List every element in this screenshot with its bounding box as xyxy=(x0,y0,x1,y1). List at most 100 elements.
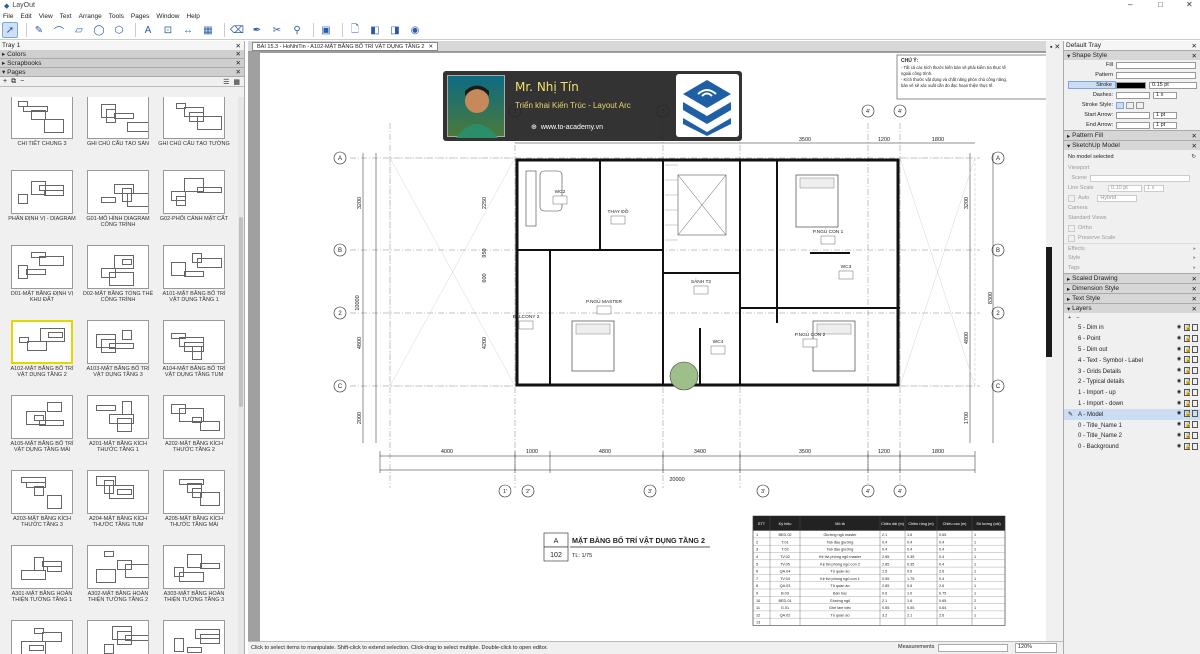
duplicate-page-icon[interactable]: ⧉ xyxy=(11,78,16,86)
layer-item[interactable]: 1 - Import - up ◉ 🔒 xyxy=(1064,388,1200,399)
eye-icon[interactable]: ◉ xyxy=(1176,389,1182,396)
page-thumbnail[interactable] xyxy=(6,620,78,654)
layer-item[interactable]: 5 - Dim out ◉ 🔒 xyxy=(1064,345,1200,356)
ortho-checkbox[interactable] xyxy=(1068,224,1075,232)
layers-header[interactable]: ▾ Layers ✕ xyxy=(1064,303,1200,313)
menu-file[interactable]: File xyxy=(3,13,13,20)
scrollbar-thumb[interactable] xyxy=(239,217,243,407)
render-mode-select[interactable]: Hybrid xyxy=(1097,194,1138,202)
label-tool-icon[interactable]: ⊡ xyxy=(160,22,176,38)
layer-item[interactable]: 3 - Grids Details ◉ 🔒 xyxy=(1064,366,1200,377)
page-thumbnail[interactable]: A201-MẶT BẰNG KÍCH THƯỚC TẦNG 1 xyxy=(82,395,154,453)
menu-pages[interactable]: Pages xyxy=(131,13,149,20)
line-scale-field[interactable]: 0.10 pt xyxy=(1108,184,1142,192)
list-view-icon[interactable]: ☰ xyxy=(223,78,229,86)
previous-page-icon[interactable]: ◧ xyxy=(367,22,383,38)
close-icon[interactable]: ✕ xyxy=(236,59,241,67)
page-thumbnail[interactable]: A103-MẶT BẰNG BỐ TRÍ VẬT DỤNG TẦNG 3 xyxy=(82,320,154,378)
add-layer-icon[interactable]: + xyxy=(1068,315,1071,321)
share-layer-icon[interactable] xyxy=(1192,442,1198,450)
text-style-header[interactable]: ▸ Text Style ✕ xyxy=(1064,293,1200,303)
eye-icon[interactable]: ◉ xyxy=(1176,356,1182,363)
pages-panel-header[interactable]: ▾ Pages ✕ xyxy=(0,68,244,77)
layer-item[interactable]: ✎ A - Model ◉ 🔒 xyxy=(1064,409,1200,421)
end-arrow-size[interactable]: 1 pt xyxy=(1153,121,1177,129)
text-tool-icon[interactable]: A xyxy=(140,22,156,38)
share-layer-icon[interactable] xyxy=(1192,345,1198,353)
close-icon[interactable]: ✕ xyxy=(1192,132,1197,140)
grid-view-icon[interactable]: ▦ xyxy=(233,78,240,86)
page-thumbnail[interactable]: A204-MẶT BẰNG KÍCH THƯỚC TẦNG TUM xyxy=(82,470,154,528)
tags-row[interactable]: Tags ▸ xyxy=(1064,263,1200,273)
share-layer-icon[interactable] xyxy=(1192,356,1198,364)
share-layer-icon[interactable] xyxy=(1192,421,1198,429)
lock-icon[interactable]: 🔒 xyxy=(1184,442,1191,450)
start-arrow-size[interactable]: 1 pt xyxy=(1153,111,1177,119)
maximize-button[interactable]: □ xyxy=(1158,0,1163,9)
refresh-icon[interactable]: ↻ xyxy=(1191,154,1196,160)
page-thumbnail[interactable]: A104-MẶT BẰNG BỐ TRÍ VẬT DỤNG TẦNG TUM xyxy=(158,320,230,378)
menu-help[interactable]: Help xyxy=(186,13,199,20)
start-arrow-select[interactable] xyxy=(1116,111,1150,119)
share-layer-icon[interactable] xyxy=(1192,377,1198,385)
page-thumbnail[interactable]: A105-MẶT BẰNG BỐ TRÍ VẬT DỤNG TẦNG MÁI xyxy=(6,395,78,453)
lock-icon[interactable]: 🔒 xyxy=(1184,367,1191,375)
layer-item[interactable]: 2 - Typical details ◉ 🔒 xyxy=(1064,377,1200,388)
next-page-icon[interactable]: ◨ xyxy=(387,22,403,38)
effects-row[interactable]: Effects ▸ xyxy=(1064,243,1200,253)
style-tool-icon[interactable]: ✒ xyxy=(249,22,265,38)
line-tool-icon[interactable]: ✎ xyxy=(31,22,47,38)
pattern-fill-header[interactable]: ▸ Pattern Fill ✕ xyxy=(1064,130,1200,140)
close-icon[interactable]: ✕ xyxy=(1192,275,1197,283)
page-thumbnail[interactable]: A301-MẶT BẰNG HOÀN THIỆN TƯỜNG TẦNG 1 xyxy=(6,545,78,603)
page-thumbnail[interactable]: D02-MẶT BẰNG TỔNG THỂ CÔNG TRÌNH xyxy=(82,245,154,303)
layer-item[interactable]: 0 - Title_Name 2 ◉ 🔒 xyxy=(1064,431,1200,442)
close-button[interactable]: ✕ xyxy=(1186,0,1193,9)
rectangle-tool-icon[interactable]: ▱ xyxy=(71,22,87,38)
minimize-button[interactable]: – xyxy=(1128,0,1132,9)
eye-icon[interactable]: ◉ xyxy=(1176,346,1182,353)
colors-panel-header[interactable]: ▸ Colors ✕ xyxy=(0,50,244,59)
page-thumbnail[interactable]: G02-PHỐI CẢNH MẶT CẮT xyxy=(158,170,230,222)
page-thumbnail[interactable]: A302-MẶT BẰNG HOÀN THIỆN TƯỜNG TẦNG 2 xyxy=(82,545,154,603)
join-tool-icon[interactable]: ⚲ xyxy=(289,22,305,38)
page-thumbnail[interactable]: G01-MÔ HÌNH DIAGRAM CÔNG TRÌNH xyxy=(82,170,154,228)
zoom-select[interactable]: 120% xyxy=(1015,643,1057,653)
page-thumbnail[interactable]: A202-MẶT BẰNG KÍCH THƯỚC TẦNG 2 xyxy=(158,395,230,453)
dash-select[interactable] xyxy=(1116,91,1150,99)
close-icon[interactable]: ✕ xyxy=(236,68,241,76)
measurements-field[interactable] xyxy=(938,644,1008,652)
strip-controls-icon[interactable]: ▪ ✕ xyxy=(1050,43,1060,51)
delete-page-icon[interactable]: − xyxy=(20,78,24,85)
presentation-icon[interactable]: ▣ xyxy=(318,22,334,38)
line-scale-multiplier[interactable]: 1 x xyxy=(1144,184,1164,192)
split-tool-icon[interactable]: ✂ xyxy=(269,22,285,38)
table-tool-icon[interactable]: ▦ xyxy=(200,22,216,38)
end-arrow-select[interactable] xyxy=(1116,121,1150,129)
style-row[interactable]: Style ▸ xyxy=(1064,253,1200,263)
eye-icon[interactable]: ◉ xyxy=(1176,432,1182,439)
arc-tool-icon[interactable]: ⌒ xyxy=(51,22,67,38)
page-thumbnail[interactable]: A101-MẶT BẰNG BỐ TRÍ VẬT DỤNG TẦNG 1 xyxy=(158,245,230,303)
close-icon[interactable]: ✕ xyxy=(1192,42,1197,50)
share-layer-icon[interactable] xyxy=(1192,388,1198,396)
lock-icon[interactable]: 🔒 xyxy=(1184,410,1191,418)
stroke-toggle[interactable]: Stroke xyxy=(1068,81,1116,89)
add-page-icon[interactable]: 🗋 xyxy=(347,22,363,38)
share-layer-icon[interactable] xyxy=(1192,324,1198,331)
scene-select[interactable] xyxy=(1090,174,1190,182)
eye-icon[interactable]: ◉ xyxy=(1176,324,1182,331)
scrapbooks-panel-header[interactable]: ▸ Scrapbooks ✕ xyxy=(0,59,244,68)
eye-icon[interactable]: ◉ xyxy=(1176,410,1182,417)
layer-item[interactable]: 5 - Dim in ◉ 🔒 xyxy=(1064,323,1200,334)
page-thumbnail[interactable]: A303-MẶT BẰNG HOÀN THIỆN TƯỜNG TẦNG 3 xyxy=(158,545,230,603)
close-icon[interactable]: ✕ xyxy=(1192,305,1197,313)
page-thumbnail[interactable]: A102-MẶT BẰNG BỐ TRÍ VẬT DỤNG TẦNG 2 xyxy=(6,320,78,378)
sketchup-model-header[interactable]: ▾ SketchUp Model ✕ xyxy=(1064,140,1200,150)
layer-item[interactable]: 0 - Title_Name 1 ◉ 🔒 xyxy=(1064,420,1200,431)
eraser-tool-icon[interactable]: ⌫ xyxy=(229,22,245,38)
page-thumbnail[interactable]: CHI TIẾT CHUNG 3 xyxy=(6,97,78,147)
dash-scale[interactable]: 1 x xyxy=(1153,91,1177,99)
close-icon[interactable]: ✕ xyxy=(236,42,241,50)
lock-icon[interactable]: 🔒 xyxy=(1184,431,1191,439)
